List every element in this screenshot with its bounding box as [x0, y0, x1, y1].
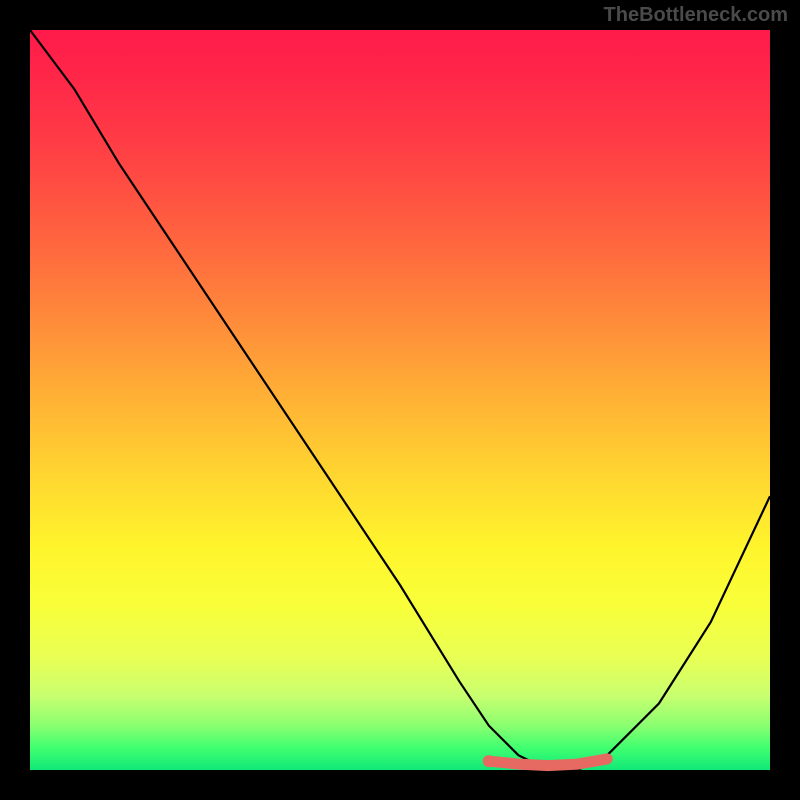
bottleneck-curve-path [30, 30, 770, 770]
highlight-segment-path [489, 759, 607, 766]
highlight-start-dot [483, 755, 495, 767]
plot-area [30, 30, 770, 770]
chart-svg [30, 30, 770, 770]
watermark-text: TheBottleneck.com [604, 4, 788, 27]
